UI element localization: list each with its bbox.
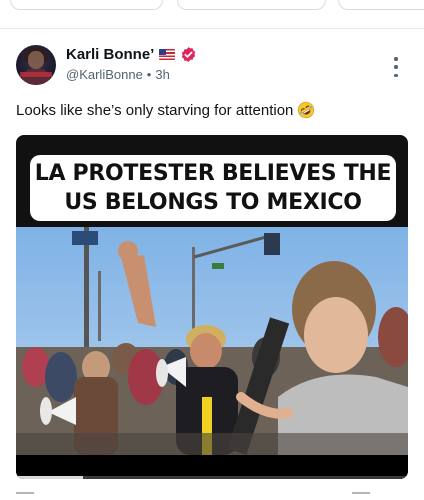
filter-chip[interactable] [338,0,424,10]
post-text: Looks like she’s only starving for atten… [16,101,294,119]
video-progress-fill [16,476,83,479]
filter-chip[interactable] [177,0,326,10]
meta-separator: • [146,67,152,82]
video-frame-image [16,227,408,455]
author-name-row: Karli Bonne’ [66,46,197,63]
avatar[interactable] [16,45,56,85]
author-name[interactable]: Karli Bonne’ [66,46,154,63]
reply-icon[interactable] [16,492,34,500]
post-time[interactable]: 3h [155,67,169,82]
rolling-on-floor-laughing-emoji [298,101,315,119]
author-meta: @KarliBonne • 3h [66,67,170,82]
post-text-row: Looks like she’s only starving for atten… [16,101,315,119]
divider [0,28,424,29]
us-flag-icon [159,49,176,60]
video-caption: LA PROTESTER BELIEVES THE US BELONGS TO … [30,155,396,221]
filter-chip[interactable] [10,0,163,10]
filter-chips-row [0,0,424,10]
author-handle[interactable]: @KarliBonne [66,67,143,82]
caption-line-2: US BELONGS TO MEXICO [64,190,362,215]
caption-line-1: LA PROTESTER BELIEVES THE [34,161,392,186]
video-progress-area [16,455,408,479]
video-player[interactable]: LA PROTESTER BELIEVES THE US BELONGS TO … [16,135,408,479]
share-icon[interactable] [352,492,370,500]
verified-badge-icon [182,47,196,62]
more-options-icon[interactable] [390,57,402,77]
